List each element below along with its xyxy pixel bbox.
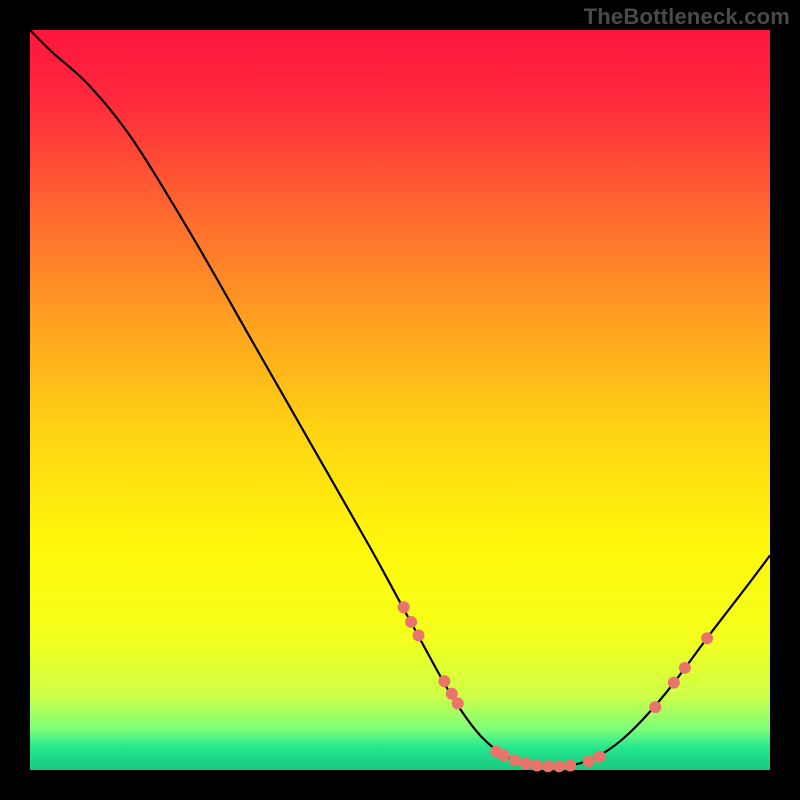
plot-background bbox=[30, 30, 770, 770]
data-marker bbox=[649, 701, 661, 713]
data-marker bbox=[509, 754, 521, 766]
data-marker bbox=[553, 760, 565, 772]
data-marker bbox=[413, 629, 425, 641]
data-marker bbox=[668, 677, 680, 689]
data-marker bbox=[679, 662, 691, 674]
data-marker bbox=[594, 751, 606, 763]
data-marker bbox=[583, 755, 595, 767]
data-marker bbox=[520, 757, 532, 769]
bottleneck-chart bbox=[0, 0, 800, 800]
data-marker bbox=[498, 749, 510, 761]
data-marker bbox=[398, 601, 410, 613]
data-marker bbox=[405, 616, 417, 628]
data-marker bbox=[542, 760, 554, 772]
data-marker bbox=[531, 760, 543, 772]
attribution-text: TheBottleneck.com bbox=[584, 4, 790, 30]
data-marker bbox=[438, 675, 450, 687]
data-marker bbox=[701, 632, 713, 644]
chart-container: TheBottleneck.com bbox=[0, 0, 800, 800]
data-marker bbox=[564, 760, 576, 772]
data-marker bbox=[452, 697, 464, 709]
